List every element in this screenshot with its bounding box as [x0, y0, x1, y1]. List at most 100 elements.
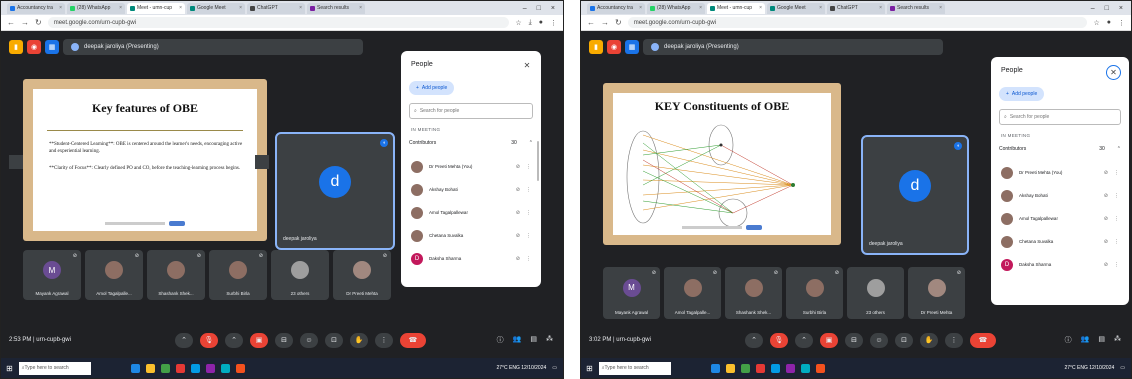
browser-tab[interactable]: Accountancy tra × — [587, 2, 645, 14]
star-icon[interactable]: ☆ — [515, 19, 521, 27]
self-video-tile[interactable]: ◖ d deepak jaroliya — [275, 132, 395, 250]
more-icon[interactable]: ⋮ — [1114, 239, 1119, 245]
activities-icon[interactable]: ⁂ — [1114, 335, 1121, 345]
reload-icon[interactable]: ↻ — [35, 18, 42, 27]
captions-button[interactable]: ⊟ — [275, 332, 293, 348]
app-icon[interactable] — [770, 363, 780, 373]
list-item[interactable]: D Daksha Sharma ⊘ ⋮ — [1001, 253, 1119, 276]
camera-toggle-button[interactable]: ▣ — [250, 332, 268, 348]
participant-tile[interactable]: ⊘ Amol Tagalpalle... — [85, 250, 143, 300]
activities-icon[interactable]: ⁂ — [546, 335, 553, 345]
app-icon[interactable] — [205, 363, 215, 373]
windows-start-icon[interactable]: ⊞ — [6, 364, 13, 373]
more-options-button[interactable]: ⋮ — [945, 332, 963, 348]
captions-button[interactable]: ⊟ — [845, 332, 863, 348]
camera-toggle-button[interactable]: ▣ — [820, 332, 838, 348]
close-icon[interactable]: × — [819, 5, 822, 11]
app-icon[interactable] — [190, 363, 200, 373]
browser-tab[interactable]: (28) WhatsApp × — [67, 2, 125, 14]
app-icon[interactable] — [235, 363, 245, 373]
app-icon[interactable] — [755, 363, 765, 373]
self-video-tile[interactable]: ◖ d deepak jaroliya — [861, 135, 969, 255]
end-call-button[interactable]: ☎ — [400, 332, 426, 348]
maximize-icon[interactable]: □ — [537, 5, 541, 12]
contributors-header[interactable]: Contributors 30 ⌃ — [999, 143, 1121, 155]
list-item[interactable]: Amol Tagalpallewar ⊘ ⋮ — [411, 201, 531, 224]
more-options-caret[interactable]: ⌃ — [175, 332, 193, 348]
more-icon[interactable]: ⋮ — [1114, 216, 1119, 222]
add-people-button[interactable]: + Add people — [999, 87, 1045, 101]
present-button[interactable]: ⊡ — [325, 332, 343, 348]
info-icon[interactable]: ⓘ — [497, 335, 504, 345]
app-icon[interactable] — [800, 363, 810, 373]
list-item[interactable]: D Daksha Sharma ⊘ ⋮ — [411, 247, 531, 270]
star-icon[interactable]: ☆ — [1093, 19, 1099, 27]
raise-hand-button[interactable]: ✋ — [920, 332, 938, 348]
app-icon[interactable] — [815, 363, 825, 373]
more-icon[interactable]: ⋮ — [526, 187, 531, 193]
participant-tile[interactable]: ⊘ Amol Tagalpalle... — [664, 267, 721, 319]
close-icon[interactable]: × — [699, 5, 702, 11]
emoji-button[interactable]: ☺ — [300, 332, 318, 348]
back-icon[interactable]: ← — [587, 18, 595, 27]
participant-tile[interactable]: ⊘ Dr Preeti Mehta — [333, 250, 391, 300]
taskbar-search[interactable]: ⌕ Type here to search — [598, 361, 671, 375]
record-icon[interactable]: ◉ — [27, 40, 41, 54]
app-icon[interactable] — [220, 363, 230, 373]
browser-tab[interactable]: Search results × — [887, 2, 945, 14]
list-item[interactable]: Akshay Bohati ⊘ ⋮ — [411, 178, 531, 201]
close-icon[interactable]: × — [239, 5, 242, 11]
people-icon[interactable]: 👥 — [513, 335, 522, 345]
close-icon[interactable]: × — [299, 5, 302, 11]
browser-tab[interactable]: Google Meet × — [187, 2, 245, 14]
info-icon[interactable]: ⓘ — [1065, 335, 1072, 345]
browser-tab[interactable]: Accountancy tra × — [7, 2, 65, 14]
close-window-icon[interactable]: × — [1119, 5, 1123, 12]
app-icon[interactable] — [160, 363, 170, 373]
browser-tab[interactable]: ChatGPT × — [827, 2, 885, 14]
close-icon[interactable]: × — [359, 5, 362, 11]
browser-tab-active[interactable]: Meet - umn-cup × — [127, 2, 185, 14]
close-icon[interactable]: ✕ — [521, 59, 533, 71]
more-icon[interactable]: ⋮ — [1114, 193, 1119, 199]
add-people-button[interactable]: + Add people — [409, 81, 455, 95]
back-icon[interactable]: ← — [7, 18, 15, 27]
close-icon[interactable]: × — [179, 5, 182, 11]
activities-icon[interactable]: ▦ — [45, 40, 59, 54]
end-call-button[interactable]: ☎ — [970, 332, 996, 348]
list-item[interactable]: Akshay Bohati ⊘ ⋮ — [1001, 184, 1119, 207]
more-icon[interactable]: ⋮ — [526, 210, 531, 216]
browser-tab[interactable]: (28) WhatsApp × — [647, 2, 705, 14]
mic-toggle-button[interactable]: 🎙 — [770, 332, 788, 348]
close-icon[interactable]: × — [879, 5, 882, 11]
app-chip-icon[interactable]: ▮ — [589, 40, 603, 54]
notification-icon[interactable]: ▭ — [1120, 365, 1125, 371]
participant-tile[interactable]: ⊘ Shashank Shek... — [725, 267, 782, 319]
app-chip-icon[interactable]: ▮ — [9, 40, 23, 54]
url-field[interactable]: meet.google.com/urn-cupb-gwi — [627, 17, 1088, 28]
forward-icon[interactable]: → — [21, 18, 29, 27]
download-icon[interactable]: ⤓ — [529, 19, 532, 27]
close-icon[interactable]: × — [639, 5, 642, 11]
app-icon[interactable] — [710, 363, 720, 373]
notification-icon[interactable]: ▭ — [552, 365, 557, 371]
minimize-icon[interactable]: – — [523, 5, 527, 12]
menu-icon[interactable]: ⋮ — [1118, 19, 1125, 27]
participant-tile[interactable]: ⊘ Dr Preeti Mehta — [908, 267, 965, 319]
close-icon[interactable]: × — [939, 5, 942, 11]
participant-tile[interactable]: ⊘ M Mayank Agrawal — [23, 250, 81, 300]
camera-options-caret[interactable]: ⌃ — [225, 332, 243, 348]
more-icon[interactable]: ⋮ — [526, 256, 531, 262]
reload-icon[interactable]: ↻ — [615, 18, 622, 27]
profile-icon[interactable]: ● — [1107, 19, 1111, 27]
more-icon[interactable]: ⋮ — [526, 233, 531, 239]
others-tile[interactable]: 23 others — [271, 250, 329, 300]
raise-hand-button[interactable]: ✋ — [350, 332, 368, 348]
others-tile[interactable]: 23 others — [847, 267, 904, 319]
close-window-icon[interactable]: × — [551, 5, 555, 12]
present-button[interactable]: ⊡ — [895, 332, 913, 348]
browser-tab[interactable]: ChatGPT × — [247, 2, 305, 14]
more-icon[interactable]: ⋮ — [526, 164, 531, 170]
maximize-icon[interactable]: □ — [1105, 5, 1109, 12]
forward-icon[interactable]: → — [601, 18, 609, 27]
